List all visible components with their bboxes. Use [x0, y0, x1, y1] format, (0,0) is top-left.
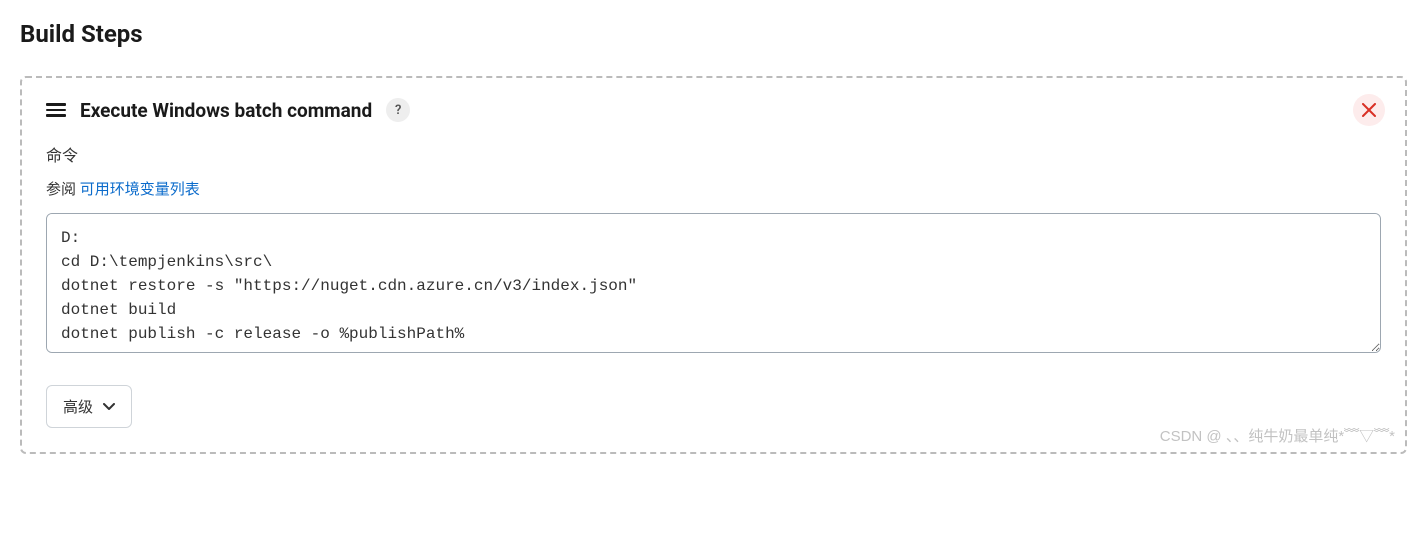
step-title: Execute Windows batch command: [80, 99, 372, 122]
drag-handle-icon[interactable]: [46, 103, 66, 117]
remove-step-button[interactable]: [1353, 94, 1385, 126]
close-icon: [1362, 103, 1376, 117]
command-textarea[interactable]: [46, 213, 1381, 353]
build-step-card: Execute Windows batch command ? 命令 参阅 可用…: [20, 76, 1407, 454]
page-title: Build Steps: [20, 20, 1407, 48]
watermark: CSDN @ 、、纯牛奶最单纯*﹌▽﹌*: [1160, 425, 1395, 446]
step-header: Execute Windows batch command ?: [46, 98, 1381, 122]
advanced-label: 高级: [63, 396, 93, 417]
command-field-label: 命令: [46, 142, 1381, 166]
command-field-hint: 参阅 可用环境变量列表: [46, 178, 1381, 199]
help-icon[interactable]: ?: [386, 98, 410, 122]
advanced-toggle-button[interactable]: 高级: [46, 385, 132, 428]
hint-prefix: 参阅: [46, 180, 80, 198]
chevron-down-icon: [103, 398, 115, 415]
env-vars-link[interactable]: 可用环境变量列表: [80, 180, 200, 198]
